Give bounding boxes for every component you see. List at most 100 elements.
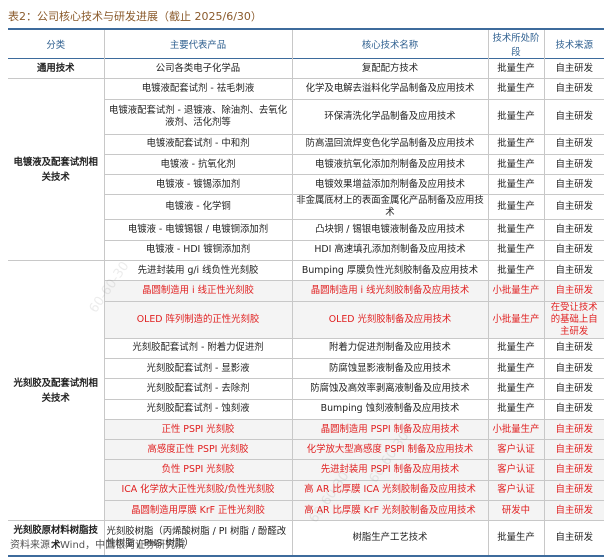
- stage-cell: 小批量生产: [488, 301, 545, 339]
- tech-cell: 树脂生产工艺技术: [292, 520, 489, 557]
- table-body: 通用技术 公司各类电子化学品 复配配方技术 批量生产 自主研发 电镀液及配套试剂相关技术电…: [8, 58, 604, 557]
- product-cell: 公司各类电子化学品: [104, 58, 293, 80]
- tech-cell: 晶圆制造用 PSPI 制备及应用技术: [292, 419, 489, 441]
- tech-cell: 复配配方技术: [292, 58, 489, 80]
- header-row: 分类 主要代表产品 核心技术名称 技术所处阶段 技术来源: [8, 29, 604, 59]
- stage-cell: 批量生产: [488, 154, 545, 176]
- page: 表2：公司核心技术与研发进展（截止 2025/6/30） 分类 主要代表产品 核…: [0, 0, 609, 557]
- tech-cell: 化学放大型高感度 PSPI 制备及应用技术: [292, 439, 489, 461]
- source-cell: 自主研发: [544, 99, 604, 135]
- stage-cell: 批量生产: [488, 338, 545, 359]
- tech-cell: 电镀液抗氧化添加剂制备及应用技术: [292, 154, 489, 176]
- tech-cell: 附着力促进剂制备及应用技术: [292, 338, 489, 359]
- category-cell: 通用技术: [8, 58, 105, 80]
- source-cell: 自主研发: [544, 78, 604, 100]
- product-cell: 光刻胶配套试剂 - 蚀刻液: [104, 399, 293, 420]
- source-cell: 自主研发: [544, 280, 604, 302]
- product-cell: 晶圆制造用厚膜 KrF 正性光刻胶: [104, 500, 293, 522]
- product-cell: 光刻胶配套试剂 - 附着力促进剂: [104, 338, 293, 359]
- source-cell: 自主研发: [544, 480, 604, 502]
- product-cell: 电镀液 - HDI 镀铜添加剂: [104, 240, 293, 262]
- stage-cell: 小批量生产: [488, 280, 545, 302]
- product-cell: 先进封装用 g/i 线负性光刻胶: [104, 260, 293, 282]
- tech-cell: OLED 光刻胶制备及应用技术: [292, 301, 489, 339]
- tech-cell: 防高温回流焊变色化学品制备及应用技术: [292, 134, 489, 155]
- source-cell: 自主研发: [544, 154, 604, 176]
- source-cell: 自主研发: [544, 419, 604, 441]
- stage-cell: 批量生产: [488, 358, 545, 380]
- tech-cell: 先进封装用 PSPI 制备及应用技术: [292, 459, 489, 481]
- source-cell: 自主研发: [544, 240, 604, 262]
- source-cell: 自主研发: [544, 399, 604, 420]
- stage-cell: 批量生产: [488, 219, 545, 241]
- stage-cell: 批量生产: [488, 194, 545, 221]
- source-cell: 自主研发: [544, 134, 604, 155]
- stage-cell: 批量生产: [488, 134, 545, 155]
- tech-cell: 环保清洗化学品制备及应用技术: [292, 99, 489, 135]
- tech-cell: Bumping 厚膜负性光刻胶制备及应用技术: [292, 260, 489, 282]
- tech-cell: 防腐蚀显影液制备及应用技术: [292, 358, 489, 380]
- stage-cell: 批量生产: [488, 260, 545, 282]
- product-cell: 电镀液 - 抗氧化剂: [104, 154, 293, 176]
- product-cell: ICA 化学放大正性光刻胶/负性光刻胶: [104, 480, 293, 502]
- stage-cell: 客户认证: [488, 480, 545, 502]
- source-cell: 自主研发: [544, 358, 604, 380]
- source-cell: 自主研发: [544, 260, 604, 282]
- product-cell: 光刻胶配套试剂 - 显影液: [104, 358, 293, 380]
- header-stage: 技术所处阶段: [488, 29, 545, 59]
- table-caption: 表2：公司核心技术与研发进展（截止 2025/6/30）: [8, 10, 262, 23]
- source-cell: 自主研发: [544, 520, 604, 557]
- source-cell: 自主研发: [544, 338, 604, 359]
- product-cell: 晶圆制造用 i 线正性光刻胶: [104, 280, 293, 302]
- header-tech: 核心技术名称: [292, 29, 489, 59]
- product-cell: 正性 PSPI 光刻胶: [104, 419, 293, 441]
- tech-cell: 晶圆制造用 i 线光刻胶制备及应用技术: [292, 280, 489, 302]
- product-cell: 电镀液配套试剂 - 祛毛刺液: [104, 78, 293, 100]
- stage-cell: 小批量生产: [488, 419, 545, 441]
- product-cell: 光刻胶配套试剂 - 去除剂: [104, 378, 293, 400]
- table-row: 光刻胶及配套试剂相关技术 先进封装用 g/i 线负性光刻胶 Bumping 厚膜负性…: [8, 260, 604, 522]
- stage-cell: 研发中: [488, 500, 545, 522]
- stage-cell: 客户认证: [488, 439, 545, 461]
- source-cell: 自主研发: [544, 194, 604, 221]
- category-cell: 电镀液及配套试剂相关技术: [8, 78, 105, 262]
- source-cell: 自主研发: [544, 219, 604, 241]
- category-cell: 光刻胶及配套试剂相关技术: [8, 260, 105, 522]
- stage-cell: 批量生产: [488, 399, 545, 420]
- source-cell: 自主研发: [544, 58, 604, 80]
- stage-cell: 批量生产: [488, 520, 545, 557]
- table-row: 电镀液及配套试剂相关技术 电镀液配套试剂 - 祛毛刺液 化学及电解去溢料化学品制备及…: [8, 78, 604, 262]
- source-cell: 自主研发: [544, 459, 604, 481]
- header-source: 技术来源: [555, 40, 593, 51]
- tech-cell: 非金属底材上的表面金属化产品制备及应用技术: [292, 194, 489, 221]
- source-cell: 自主研发: [544, 439, 604, 461]
- stage-cell: 批量生产: [488, 174, 545, 196]
- stage-cell: 批量生产: [488, 78, 545, 100]
- tech-cell: 高 AR 比厚膜 KrF 光刻胶制备及应用技术: [292, 500, 489, 522]
- stage-cell: 批量生产: [488, 240, 545, 262]
- table-row: 通用技术 公司各类电子化学品 复配配方技术 批量生产 自主研发: [8, 58, 604, 80]
- source-cell: 在受让技术的基础上自主研发: [544, 301, 604, 339]
- product-cell: 高感度正性 PSPI 光刻胶: [104, 439, 293, 461]
- tech-cell: 高 AR 比厚膜 ICA 光刻胶制备及应用技术: [292, 480, 489, 502]
- product-cell: 负性 PSPI 光刻胶: [104, 459, 293, 481]
- source-note: 资料来源：Wind，中国银河证券研究院: [10, 540, 186, 551]
- source-cell: 自主研发: [544, 500, 604, 522]
- product-cell: 电镀液配套试剂 - 退镀液、除油剂、去氧化液剂、活化剂等: [104, 99, 293, 135]
- tech-cell: Bumping 蚀刻液制备及应用技术: [292, 399, 489, 420]
- source-cell: 自主研发: [544, 378, 604, 400]
- tech-cell: HDI 高速填孔添加剂制备及应用技术: [292, 240, 489, 262]
- stage-cell: 批量生产: [488, 378, 545, 400]
- product-cell: 电镀液 - 电镀锡银 / 电镀铜添加剂: [104, 219, 293, 241]
- product-cell: OLED 阵列制造的正性光刻胶: [104, 301, 293, 339]
- stage-cell: 批量生产: [488, 58, 545, 80]
- product-cell: 电镀液配套试剂 - 中和剂: [104, 134, 293, 155]
- tech-cell: 防腐蚀及高效率剥离液制备及应用技术: [292, 378, 489, 400]
- stage-cell: 客户认证: [488, 459, 545, 481]
- tech-table: 分类 主要代表产品 核心技术名称 技术所处阶段 技术来源 通用技术 公司各类电子化…: [8, 28, 604, 557]
- product-cell: 电镀液 - 化学铜: [104, 194, 293, 221]
- tech-cell: 化学及电解去溢料化学品制备及应用技术: [292, 78, 489, 100]
- product-cell: 电镀液 - 镀锡添加剂: [104, 174, 293, 196]
- tech-cell: 电镀效果增益添加剂制备及应用技术: [292, 174, 489, 196]
- tech-cell: 凸块铜 / 锡银电镀液制备及应用技术: [292, 219, 489, 241]
